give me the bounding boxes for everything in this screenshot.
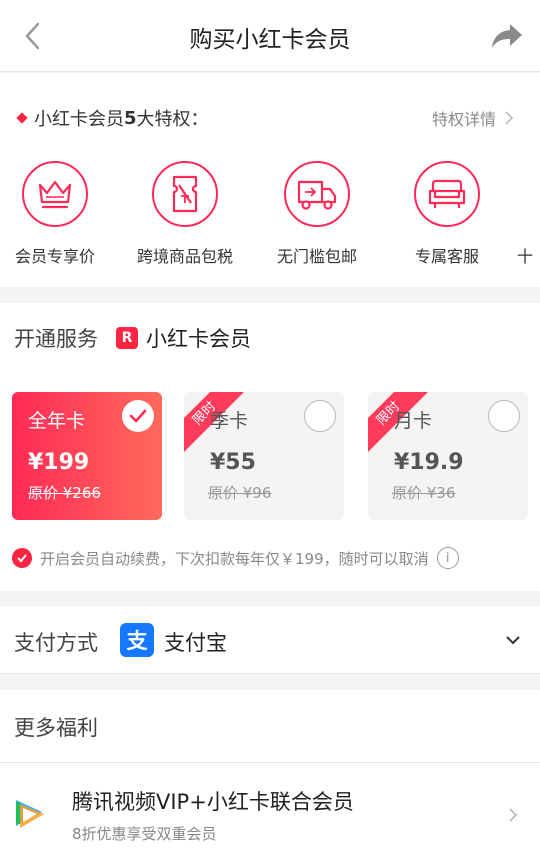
- privilege-item[interactable]: 跨境商品包税: [120, 161, 250, 267]
- service-sofa-icon: [428, 179, 466, 208]
- payment-label: 支付方式: [14, 631, 98, 655]
- privilege-item[interactable]: 十: [512, 161, 540, 267]
- payment-method-value: 支付宝: [164, 631, 227, 655]
- share-arrow-icon: [492, 24, 522, 48]
- plan-original-price: 原价 ¥96: [208, 484, 272, 502]
- privilege-label: 跨境商品包税: [136, 247, 233, 266]
- plan-price: ¥55: [210, 450, 256, 475]
- plan-original-price: 原价 ¥36: [392, 484, 456, 502]
- offer-title: 腾讯视频VIP+小红卡联合会员: [72, 790, 354, 814]
- alipay-icon: 支: [120, 623, 154, 657]
- plan-card-quarterly[interactable]: 限时 季卡 ¥55 原价 ¥96: [184, 392, 344, 520]
- crown-icon: [38, 180, 72, 209]
- selected-check-icon: [122, 400, 154, 432]
- brand-logo-icon: R: [116, 327, 138, 349]
- brand-name: 小红卡会员: [146, 327, 251, 351]
- page-title: 购买小红卡会员: [189, 27, 351, 53]
- more-benefits-title: 更多福利: [14, 716, 98, 740]
- chevron-right-icon: [505, 111, 514, 125]
- plan-name: 全年卡: [28, 410, 86, 432]
- chevron-down-icon: [506, 636, 520, 645]
- privileges-title: 小红卡会员 5 大特权：: [16, 105, 209, 131]
- plan-card-monthly[interactable]: 限时 月卡 ¥19.9 原价 ¥36: [368, 392, 528, 520]
- privileges-section: 小红卡会员 5 大特权： 特权详情 会员专享价 跨境商品包税 无门槛包邮 专属客…: [0, 73, 540, 287]
- plan-radio[interactable]: [488, 400, 520, 432]
- check-icon: [17, 554, 27, 563]
- plan-name: 月卡: [394, 410, 433, 432]
- plan-card-annual[interactable]: 全年卡 ¥199 原价 ¥266: [12, 392, 162, 520]
- diamond-bullet-icon: [16, 112, 28, 124]
- privilege-label: 无门槛包邮: [276, 247, 357, 266]
- privilege-item[interactable]: 无门槛包邮: [252, 161, 382, 267]
- delivery-truck-icon: [297, 180, 337, 210]
- privileges-list: 会员专享价 跨境商品包税 无门槛包邮 专属客服 十: [0, 161, 540, 271]
- chevron-right-icon: [509, 808, 518, 822]
- info-icon[interactable]: i: [436, 547, 459, 569]
- auto-renew-row: 开启会员自动续费，下次扣款每年仅￥199，随时可以取消 i: [12, 547, 459, 569]
- tencent-video-logo-icon: [16, 800, 44, 828]
- plan-radio[interactable]: [304, 400, 336, 432]
- privilege-label: 会员专享价: [14, 247, 95, 266]
- privilege-item[interactable]: 会员专享价: [0, 161, 120, 267]
- privileges-detail-link[interactable]: 特权详情: [432, 106, 514, 130]
- privilege-item[interactable]: 专属客服: [382, 161, 512, 267]
- navigation-header: 购买小红卡会员: [0, 0, 540, 72]
- auto-renew-checkbox[interactable]: [12, 548, 32, 568]
- share-button[interactable]: [488, 18, 526, 54]
- privilege-label: 专属客服: [414, 247, 479, 266]
- plan-name: 季卡: [210, 410, 249, 432]
- more-benefits-section: 更多福利 腾讯视频VIP+小红卡联合会员 8折优惠享受双重会员: [0, 690, 540, 863]
- plan-original-price: 原价 ¥266: [28, 484, 101, 502]
- offer-subtitle: 8折优惠享受双重会员: [72, 825, 217, 843]
- plan-price: ¥19.9: [394, 450, 464, 475]
- divider: [0, 762, 540, 763]
- auto-renew-text: 开启会员自动续费，下次扣款每年仅￥199，随时可以取消: [40, 549, 429, 568]
- membership-purchase-page: 购买小红卡会员 小红卡会员 5 大特权： 特权详情 会员专享价 跨境商品包税 无…: [0, 0, 540, 863]
- open-service-section: 开通服务 R 小红卡会员 全年卡 ¥199 原价 ¥266 限时 季卡 ¥55 …: [0, 303, 540, 591]
- privilege-label: 十: [517, 247, 534, 266]
- plan-price: ¥199: [28, 450, 90, 475]
- service-title: 开通服务 R 小红卡会员: [14, 323, 251, 353]
- tax-free-ticket-icon: [172, 175, 198, 213]
- payment-method-row[interactable]: 支付方式 支 支付宝: [0, 606, 540, 674]
